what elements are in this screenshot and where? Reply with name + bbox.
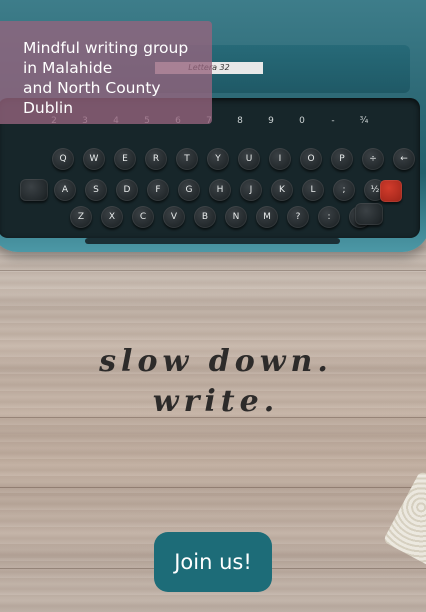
typewriter-key: D — [116, 179, 138, 201]
typewriter-key: N — [225, 206, 247, 228]
typewriter-key: W — [83, 148, 105, 170]
typewriter-key: I — [269, 148, 291, 170]
info-overlay: Mindful writing group in Malahide and No… — [0, 21, 212, 124]
join-us-button[interactable]: Join us! — [154, 532, 272, 592]
typewriter-key: F — [147, 179, 169, 201]
typewriter-number-label: 8 — [237, 116, 243, 126]
typewriter-key: R — [145, 148, 167, 170]
typewriter-key: H — [209, 179, 231, 201]
typewriter-number-label: - — [331, 116, 335, 126]
typewriter-key-row-1: Q W E R T Y U I O P ÷ ← — [52, 148, 415, 170]
typewriter-key: : — [318, 206, 340, 228]
typewriter-key: J — [240, 179, 262, 201]
slogan-line-1: slow down. — [99, 344, 333, 379]
typewriter-spacebar — [85, 238, 340, 244]
typewriter-key: P — [331, 148, 353, 170]
typewriter-key: Q — [52, 148, 74, 170]
typewriter-key: ? — [287, 206, 309, 228]
typewriter-shift-key — [20, 179, 48, 201]
group-description: Mindful writing group in Malahide and No… — [23, 39, 189, 117]
typewriter-key: C — [132, 206, 154, 228]
typewriter-key: ÷ — [362, 148, 384, 170]
typewriter-key: Z — [70, 206, 92, 228]
typewriter-number-label: ¾ — [359, 116, 369, 126]
typewriter-key: U — [238, 148, 260, 170]
typewriter-key-row-2: A S D F G H J K L; ½ — [54, 179, 386, 201]
typewriter-key: K — [271, 179, 293, 201]
typewriter-shift-key — [355, 203, 383, 225]
typewriter-key: ← — [393, 148, 415, 170]
typewriter-key: E — [114, 148, 136, 170]
typewriter-key: T — [176, 148, 198, 170]
slogan-line-2: write. — [152, 384, 280, 419]
wood-plank-line — [0, 487, 426, 488]
slogan: slow down. write. — [0, 342, 426, 422]
typewriter-key: V — [163, 206, 185, 228]
page: Lettera 32 234567890-¾ QWERTYUIOP÷← ASDF… — [0, 0, 426, 612]
typewriter-key: S — [85, 179, 107, 201]
typewriter-key: G — [178, 179, 200, 201]
typewriter-number-label: 0 — [299, 116, 305, 126]
typewriter-key: A — [54, 179, 76, 201]
typewriter-key: M — [256, 206, 278, 228]
typewriter-key: O — [300, 148, 322, 170]
typewriter-key: L — [302, 179, 324, 201]
typewriter-key: ; — [333, 179, 355, 201]
typewriter-number-label: 9 — [268, 116, 274, 126]
typewriter-key: Y — [207, 148, 229, 170]
wood-plank-line — [0, 270, 426, 271]
typewriter-key: X — [101, 206, 123, 228]
typewriter-red-key — [380, 180, 402, 202]
typewriter-key: B — [194, 206, 216, 228]
typewriter-key-row-3: ZXCVBNM?:% — [70, 206, 371, 228]
